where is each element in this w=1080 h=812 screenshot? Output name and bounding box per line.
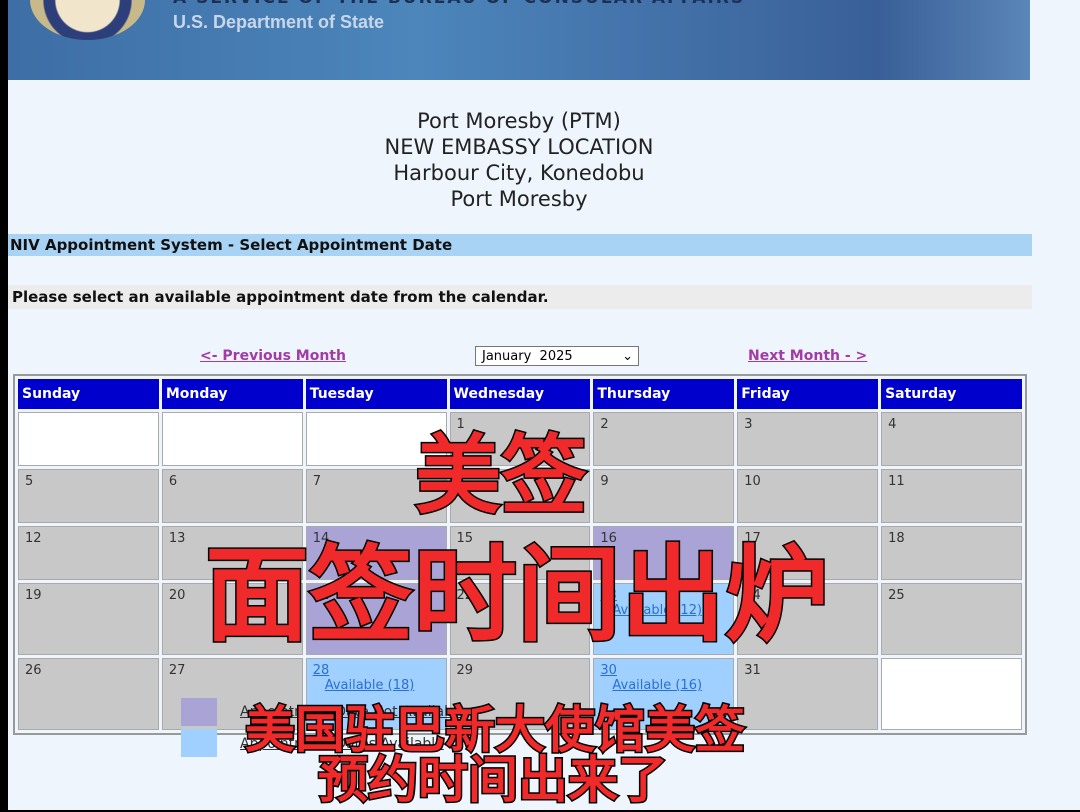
- day-number: 4: [888, 417, 897, 432]
- calendar-day: 2: [593, 412, 735, 466]
- day-number: 5: [25, 474, 34, 489]
- day-header: Monday: [161, 379, 303, 409]
- day-number: 25: [888, 588, 905, 603]
- legend-swatch-available: [181, 729, 217, 757]
- page-title: NIV Appointment System - Select Appointm…: [8, 234, 1032, 256]
- month-select-value: January 2025: [482, 349, 573, 364]
- calendar-day: 31: [737, 658, 879, 730]
- calendar-day-empty: [881, 658, 1022, 730]
- service-text: A SERVICE OF THE BUREAU OF CONSULAR AFFA…: [173, 0, 745, 8]
- calendar-day: 19: [18, 583, 159, 655]
- calendar-day: 5: [18, 469, 159, 523]
- calendar-day: 25: [881, 583, 1022, 655]
- day-number: 29: [456, 663, 474, 678]
- day-number: 3: [744, 417, 753, 432]
- day-number-link[interactable]: 28: [313, 663, 440, 678]
- day-number: 20: [168, 588, 186, 603]
- department-name: U.S. Department of State: [173, 12, 385, 32]
- day-number: 19: [25, 588, 42, 603]
- day-header: Friday: [737, 379, 879, 409]
- day-header: Saturday: [881, 379, 1022, 409]
- day-number: 9: [600, 474, 609, 489]
- day-number: 11: [888, 474, 905, 489]
- legend-swatch-not-available: [181, 698, 217, 726]
- post-address: Port Moresby (PTM) NEW EMBASSY LOCATION …: [8, 108, 1030, 212]
- day-header: Sunday: [18, 379, 159, 409]
- day-number: 26: [25, 663, 42, 678]
- day-number: 10: [744, 474, 761, 489]
- day-number: 27: [168, 663, 186, 678]
- chevron-down-icon: ⌄: [622, 349, 633, 364]
- calendar-day: 4: [881, 412, 1022, 466]
- month-select[interactable]: January 2025 ⌄: [475, 346, 639, 366]
- next-month-link[interactable]: Next Month - >: [748, 348, 867, 364]
- header-banner: A SERVICE OF THE BUREAU OF CONSULAR AFFA…: [8, 0, 1030, 80]
- calendar-day: 3: [737, 412, 879, 466]
- overlay-caption-2: 面签时间出炉: [203, 533, 830, 658]
- previous-month-link[interactable]: <- Previous Month: [200, 348, 346, 364]
- state-department-seal-logo: [30, 0, 145, 40]
- day-number: 12: [25, 531, 42, 546]
- day-number: 18: [888, 531, 905, 546]
- instruction-text: Please select an available appointment d…: [8, 285, 1032, 309]
- calendar-day: 12: [18, 526, 159, 580]
- calendar-day-empty: [161, 412, 303, 466]
- post-name: Port Moresby (PTM): [417, 109, 621, 133]
- day-number: 2: [600, 417, 609, 432]
- day-number: 13: [168, 531, 186, 546]
- calendar-day: 26: [18, 658, 159, 730]
- day-header: Thursday: [593, 379, 735, 409]
- day-number: 6: [168, 474, 178, 489]
- calendar-day: 18: [881, 526, 1022, 580]
- calendar-day: 11: [881, 469, 1022, 523]
- calendar-day-empty: [18, 412, 159, 466]
- day-number: 7: [312, 474, 321, 489]
- post-city: Port Moresby: [450, 187, 588, 211]
- day-number: 31: [744, 663, 761, 678]
- overlay-caption-4: 预约时间出来了: [317, 750, 670, 811]
- post-location-note: NEW EMBASSY LOCATION: [384, 135, 654, 159]
- post-street: Harbour City, Konedobu: [393, 161, 645, 185]
- day-number-link[interactable]: 30: [600, 663, 727, 678]
